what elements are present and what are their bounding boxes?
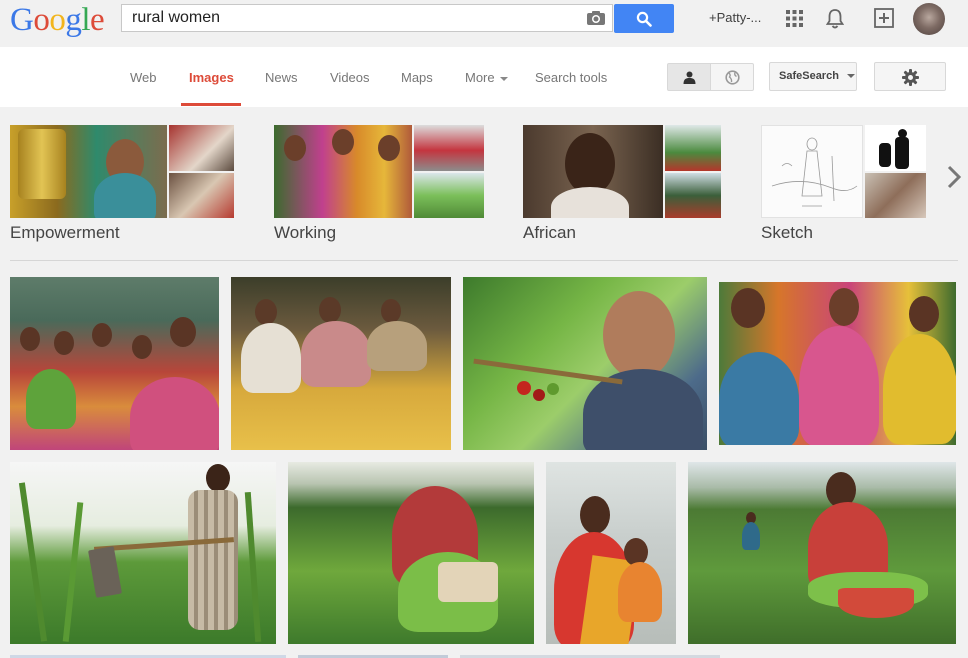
search-nav-bar: Web Images News Videos Maps More Search … bbox=[0, 47, 968, 108]
gear-icon bbox=[902, 69, 919, 86]
related-thumbnail bbox=[865, 125, 926, 171]
related-search-label: Working bbox=[274, 223, 337, 242]
related-search-african[interactable]: African bbox=[523, 125, 721, 245]
settings-button[interactable] bbox=[874, 62, 946, 91]
global-results-button[interactable] bbox=[710, 63, 754, 91]
related-thumbnail bbox=[761, 125, 863, 218]
search-icon bbox=[636, 11, 652, 27]
top-bar: Google +Patty-... bbox=[0, 0, 968, 46]
search-box bbox=[121, 4, 613, 32]
related-thumbnail bbox=[865, 173, 926, 218]
person-icon bbox=[683, 71, 696, 84]
share-plus-icon[interactable] bbox=[874, 8, 894, 28]
related-thumbnail bbox=[274, 125, 412, 218]
image-result[interactable] bbox=[546, 462, 676, 644]
related-thumbnail bbox=[10, 125, 167, 218]
related-thumbnail bbox=[523, 125, 663, 218]
related-thumbnail bbox=[414, 173, 484, 218]
search-tools-button[interactable]: Search tools bbox=[535, 70, 607, 85]
related-search-label: African bbox=[523, 223, 576, 242]
search-button[interactable] bbox=[614, 4, 674, 33]
tab-maps[interactable]: Maps bbox=[401, 70, 433, 85]
related-search-sketch[interactable]: Sketch bbox=[761, 125, 926, 245]
avatar[interactable] bbox=[913, 3, 945, 35]
related-thumbnail bbox=[414, 125, 484, 171]
globe-icon bbox=[725, 70, 740, 85]
related-search-label: Empowerment bbox=[10, 223, 120, 242]
related-thumbnail bbox=[665, 173, 721, 218]
image-result[interactable] bbox=[10, 462, 276, 644]
tab-more[interactable]: More bbox=[465, 70, 508, 85]
image-result[interactable] bbox=[231, 277, 451, 450]
camera-icon[interactable] bbox=[586, 10, 606, 26]
tab-web[interactable]: Web bbox=[130, 70, 157, 85]
tab-images[interactable]: Images bbox=[189, 70, 234, 85]
active-tab-indicator bbox=[181, 103, 241, 106]
user-profile-link[interactable]: +Patty-... bbox=[709, 10, 761, 25]
bell-icon[interactable] bbox=[826, 8, 844, 29]
image-result[interactable] bbox=[10, 277, 219, 450]
personal-results-button[interactable] bbox=[667, 63, 711, 91]
chevron-right-icon[interactable] bbox=[944, 163, 964, 191]
apps-grid-icon[interactable] bbox=[786, 10, 803, 27]
tab-news[interactable]: News bbox=[265, 70, 298, 85]
image-result[interactable] bbox=[288, 462, 534, 644]
image-result[interactable] bbox=[463, 277, 707, 450]
google-logo[interactable]: Google bbox=[10, 2, 105, 38]
divider bbox=[10, 260, 958, 261]
related-search-empowerment[interactable]: Empowerment bbox=[10, 125, 234, 245]
chevron-down-icon bbox=[847, 74, 855, 79]
tab-more-label: More bbox=[465, 70, 495, 85]
image-result[interactable] bbox=[688, 462, 956, 644]
tab-videos[interactable]: Videos bbox=[330, 70, 370, 85]
related-thumbnail bbox=[169, 173, 234, 218]
safesearch-dropdown[interactable]: SafeSearch bbox=[769, 62, 857, 91]
related-thumbnail bbox=[169, 125, 234, 171]
image-result[interactable] bbox=[719, 282, 956, 445]
search-input[interactable] bbox=[122, 5, 582, 31]
related-thumbnail bbox=[665, 125, 721, 171]
related-search-working[interactable]: Working bbox=[274, 125, 484, 245]
safesearch-label: SafeSearch bbox=[779, 70, 839, 82]
related-search-label: Sketch bbox=[761, 223, 813, 242]
chevron-down-icon bbox=[499, 76, 508, 81]
related-searches: Empowerment Working African Sketch bbox=[0, 107, 968, 259]
